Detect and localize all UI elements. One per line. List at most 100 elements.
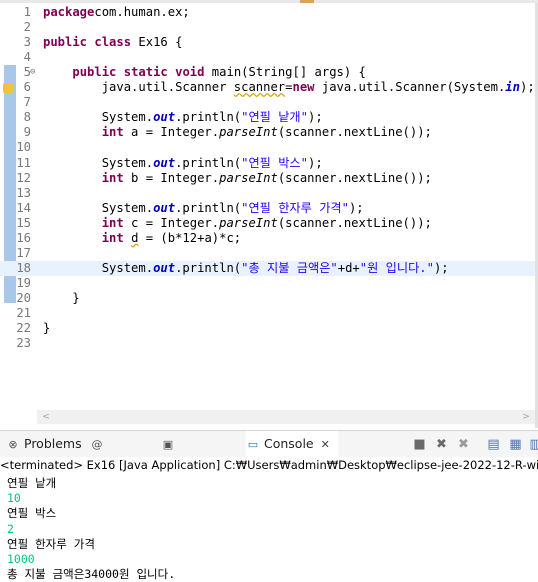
code-token: System. xyxy=(43,155,154,170)
word-wrap-icon[interactable]: ▦ xyxy=(508,437,523,452)
code-token: out xyxy=(153,260,176,275)
code-text: public class Ex16 { xyxy=(43,35,182,50)
line-number: 1 xyxy=(23,5,31,19)
code-token: void xyxy=(175,65,205,80)
code-line[interactable]: 21 xyxy=(0,306,536,321)
code-token: "연필 낱개" xyxy=(241,110,308,125)
code-line[interactable]: 12 int b = Integer.parseInt(scanner.next… xyxy=(0,171,536,186)
pin-icon[interactable]: ▥ xyxy=(528,437,538,452)
code-token: public xyxy=(43,35,88,50)
code-line[interactable]: 1 packagecom.human.ex; xyxy=(0,5,536,20)
line-number: 10 xyxy=(16,140,31,155)
fold-toggle-icon[interactable]: ⊖ xyxy=(30,65,35,80)
line-number: 9 xyxy=(23,125,31,140)
line-number: 17 xyxy=(16,245,31,260)
scroll-right-icon[interactable]: > xyxy=(519,410,533,424)
code-line[interactable]: 6 java.util.Scanner scanner=new java.uti… xyxy=(0,80,536,95)
code-token: static xyxy=(123,65,168,80)
code-token: System. xyxy=(43,200,154,215)
code-line[interactable]: 13 xyxy=(0,186,536,201)
code-token: (scanner.nextLine()); xyxy=(277,215,432,230)
code-token: c = Integer. xyxy=(123,215,220,230)
code-text: public static void main(String[] args) { xyxy=(43,65,366,80)
code-text: int c = Integer.parseInt(scanner.nextLin… xyxy=(43,216,432,231)
remove-launch-icon[interactable]: ✖ xyxy=(434,437,449,452)
code-token: out xyxy=(153,110,176,125)
code-line[interactable]: 14 System.out.println("연필 한자루 가격"); xyxy=(0,201,536,216)
code-token: "총 지불 금액은" xyxy=(241,260,338,275)
code-text: System.out.println("연필 낱개"); xyxy=(43,110,323,125)
code-line[interactable]: 3 public class Ex16 { xyxy=(0,35,536,50)
code-token: Ex16 { xyxy=(131,35,183,50)
code-token: com.human.ex; xyxy=(94,5,190,19)
tab-declaration[interactable]: ▣Declaration xyxy=(161,431,243,478)
code-line[interactable]: 17 xyxy=(0,246,536,261)
line-number: 19 xyxy=(16,275,31,290)
code-token: .println( xyxy=(175,110,242,125)
line-number: 22 xyxy=(16,321,31,336)
line-number: 6 xyxy=(23,80,31,95)
code-text: } xyxy=(43,291,79,306)
scroll-lock-icon[interactable]: ▤ xyxy=(486,437,501,452)
console-input-line: 1000 xyxy=(7,552,35,566)
code-line[interactable]: 18 System.out.println("총 지불 금액은"+d+"원 입니… xyxy=(0,260,536,276)
code-line[interactable]: 2 xyxy=(0,20,536,35)
line-number: 21 xyxy=(16,306,31,320)
code-line[interactable]: 7 xyxy=(0,95,536,110)
scroll-left-icon[interactable]: < xyxy=(39,410,53,424)
code-token: b = Integer. xyxy=(123,170,220,185)
code-token: scanner xyxy=(233,80,286,95)
tab-console[interactable]: ▭ Console ✕ xyxy=(246,431,338,457)
code-text: int b = Integer.parseInt(scanner.nextLin… xyxy=(43,171,432,186)
code-line[interactable]: 19 xyxy=(0,276,536,291)
code-token: parseInt xyxy=(219,215,278,230)
code-line[interactable]: 4 xyxy=(0,50,536,65)
code-line[interactable]: 16 int d = (b*12+a)*c; xyxy=(0,231,536,246)
code-token: "원 입니다." xyxy=(359,260,434,275)
code-line[interactable]: 11 System.out.println("연필 박스"); xyxy=(0,156,536,171)
code-line[interactable]: 23 xyxy=(0,336,536,351)
terminate-icon[interactable]: ■ xyxy=(412,437,427,452)
line-number: 16 xyxy=(16,230,31,245)
code-token: "연필 한자루 가격" xyxy=(241,200,349,215)
code-line[interactable]: 15 int c = Integer.parseInt(scanner.next… xyxy=(0,216,536,231)
code-text: int a = Integer.parseInt(scanner.nextLin… xyxy=(43,125,432,140)
line-number: 13 xyxy=(16,185,31,200)
code-text: System.out.println("총 지불 금액은"+d+"원 입니다."… xyxy=(43,261,449,276)
line-number: 20 xyxy=(16,290,31,305)
horizontal-scrollbar[interactable]: < > xyxy=(37,410,535,424)
console-input-line: 10 xyxy=(7,491,21,506)
code-token: System. xyxy=(43,260,154,275)
console-output[interactable]: 연필 낱개 10 연필 박스 2 연필 한자루 가격 1000 총 지불 금액은34000원… xyxy=(0,473,538,582)
console-output-line: 연필 한자루 가격 xyxy=(7,536,95,551)
code-token: = (b*12+a)*c; xyxy=(138,230,242,245)
code-line[interactable]: 8 System.out.println("연필 낱개"); xyxy=(0,110,536,125)
tab-label: Console xyxy=(264,436,314,451)
code-line[interactable]: 10 xyxy=(0,140,536,155)
code-token: } xyxy=(43,321,51,336)
tab-javadoc[interactable]: @Javadoc xyxy=(90,431,156,478)
line-number: 8 xyxy=(23,110,31,125)
code-line[interactable]: 5 ⊖ public static void main(String[] args… xyxy=(0,65,536,80)
warning-icon[interactable] xyxy=(3,83,13,94)
tab-problems[interactable]: ⊗ Problems xyxy=(6,431,86,457)
code-token: java.util.Scanner xyxy=(43,80,234,95)
line-number: 5 xyxy=(23,65,31,80)
code-editor[interactable]: 1 packagecom.human.ex; 2 3 public class Ex16… xyxy=(0,0,538,428)
code-line[interactable]: 22} xyxy=(0,321,536,336)
code-line[interactable]: 9 int a = Integer.parseInt(scanner.nextL… xyxy=(0,125,536,140)
line-number: 12 xyxy=(16,170,31,185)
line-number: 18 xyxy=(16,260,31,275)
code-token: main(String[] args) { xyxy=(204,65,366,80)
code-token: int xyxy=(101,215,124,230)
code-line[interactable]: 20 } xyxy=(0,291,536,306)
code-token: parseInt xyxy=(219,125,278,140)
close-icon[interactable]: ✕ xyxy=(321,438,330,451)
remove-all-icon[interactable]: ✖ xyxy=(456,437,471,452)
